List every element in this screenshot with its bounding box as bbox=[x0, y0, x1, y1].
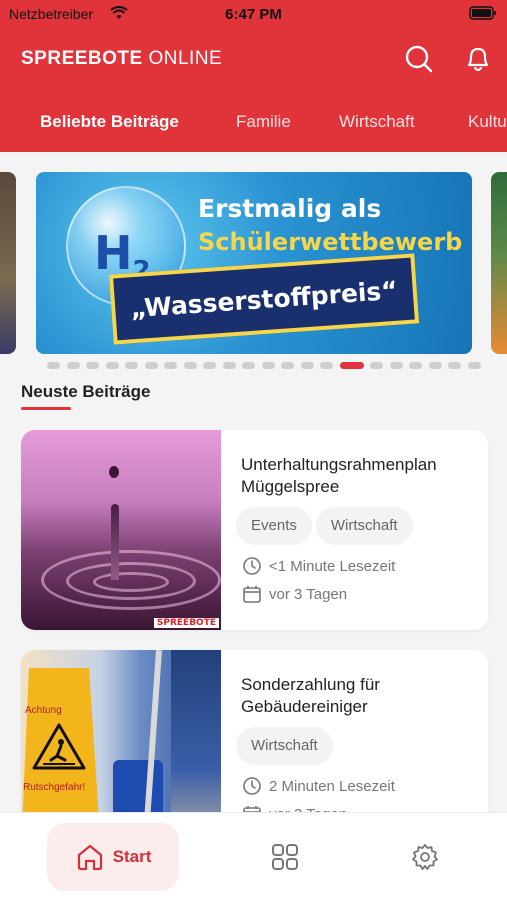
carousel-dot[interactable] bbox=[164, 362, 177, 369]
tab-wirtschaft[interactable]: Wirtschaft bbox=[339, 112, 415, 132]
search-button[interactable] bbox=[404, 44, 434, 74]
article-tags: Events Wirtschaft bbox=[236, 507, 417, 545]
brand-name-light: ONLINE bbox=[142, 48, 223, 69]
carousel-dot[interactable] bbox=[389, 362, 403, 369]
carousel-dot[interactable] bbox=[183, 362, 197, 369]
carousel-dot[interactable] bbox=[448, 362, 461, 369]
slide-headline-2: Schülerwettbewerb bbox=[198, 228, 463, 256]
brand-name-bold: SPREEBOTE bbox=[21, 48, 143, 69]
carousel-dot[interactable] bbox=[370, 362, 383, 369]
article-thumbnail: SPREEBOTE bbox=[21, 430, 221, 630]
cone-label-bottom: Rutschgefahr! bbox=[23, 782, 86, 793]
clock: 6:47 PM bbox=[225, 6, 282, 23]
brand-logo[interactable]: SPREEBOTE ONLINE bbox=[21, 48, 222, 70]
read-time-text: 2 Minuten Lesezeit bbox=[269, 777, 395, 795]
article-tags: Wirtschaft bbox=[236, 727, 337, 765]
section-title: Neuste Beiträge bbox=[21, 382, 151, 401]
carousel-dot[interactable] bbox=[281, 362, 294, 369]
search-icon bbox=[405, 45, 433, 73]
clock-icon bbox=[243, 777, 261, 795]
carousel-dot[interactable] bbox=[203, 362, 216, 369]
carousel-dot[interactable] bbox=[261, 362, 275, 369]
home-icon bbox=[77, 844, 102, 871]
carousel-pagination bbox=[0, 362, 507, 372]
cone-label-top: Achtung bbox=[25, 705, 62, 716]
carousel-dot[interactable] bbox=[467, 362, 481, 369]
article-title[interactable]: Unterhaltungsrahmenplan Müggelspree bbox=[241, 454, 488, 498]
status-bar: Netzbetreiber 6:47 PM bbox=[0, 0, 507, 28]
thumbnail-watermark: SPREEBOTE bbox=[153, 618, 219, 628]
tab-familie[interactable]: Familie bbox=[236, 112, 291, 132]
carousel-dot[interactable] bbox=[320, 362, 333, 369]
carousel-dot[interactable] bbox=[300, 362, 314, 369]
app-header: Netzbetreiber 6:47 PM SPREEBOTE ONLINE B… bbox=[0, 0, 507, 152]
bottom-navigation: Start bbox=[0, 812, 507, 900]
carousel-dot[interactable] bbox=[66, 362, 80, 369]
carousel-dot[interactable] bbox=[86, 362, 99, 369]
tag-chip[interactable]: Wirtschaft bbox=[315, 507, 413, 545]
tab-beliebte-beitraege[interactable]: Beliebte Beiträge bbox=[40, 112, 179, 132]
carousel-dot[interactable] bbox=[428, 362, 442, 369]
nav-start-button[interactable]: Start bbox=[47, 823, 179, 891]
notifications-button[interactable] bbox=[463, 44, 493, 74]
battery-icon bbox=[469, 6, 496, 20]
article-card[interactable]: SPREEBOTE Unterhaltungsrahmenplan Müggel… bbox=[21, 430, 488, 630]
slide-highlight-text: „Wasserstoffpreis“ bbox=[129, 275, 399, 323]
carousel-dot[interactable] bbox=[105, 362, 119, 369]
carousel-dot[interactable] bbox=[339, 362, 364, 369]
read-time: 2 Minuten Lesezeit bbox=[242, 776, 395, 796]
slippery-floor-warning-icon bbox=[32, 723, 86, 770]
section-title-underline bbox=[21, 407, 71, 410]
carousel-dot[interactable] bbox=[47, 362, 60, 369]
calendar-icon bbox=[243, 586, 261, 603]
carousel-dot[interactable] bbox=[409, 362, 422, 369]
carousel-slide-next[interactable] bbox=[491, 172, 507, 354]
slide-headline-1: Erstmalig als bbox=[198, 194, 382, 223]
read-time: <1 Minute Lesezeit bbox=[242, 556, 395, 576]
publish-date: vor 3 Tagen bbox=[242, 584, 347, 604]
settings-icon[interactable] bbox=[411, 843, 439, 871]
featured-carousel[interactable]: H2 Erstmalig als Schülerwettbewerb „Wass… bbox=[0, 170, 507, 356]
carousel-dot[interactable] bbox=[125, 362, 138, 369]
clock-icon bbox=[243, 557, 261, 575]
tag-chip[interactable]: Wirtschaft bbox=[236, 727, 333, 765]
grid-icon[interactable] bbox=[271, 843, 299, 871]
carousel-dot[interactable] bbox=[222, 362, 236, 369]
nav-start-label: Start bbox=[112, 847, 152, 866]
article-title[interactable]: Sonderzahlung für Gebäudereiniger bbox=[241, 674, 488, 718]
carousel-slide-previous[interactable] bbox=[0, 172, 16, 354]
carousel-dot[interactable] bbox=[242, 362, 255, 369]
category-tabs: Beliebte Beiträge Familie Wirtschaft Kul… bbox=[0, 104, 507, 144]
article-body: Unterhaltungsrahmenplan Müggelspree Even… bbox=[231, 430, 488, 630]
carousel-slide-current[interactable]: H2 Erstmalig als Schülerwettbewerb „Wass… bbox=[36, 172, 472, 354]
carousel-dot[interactable] bbox=[144, 362, 158, 369]
bell-icon bbox=[467, 47, 489, 72]
tab-kultur[interactable]: Kultu bbox=[468, 112, 507, 132]
publish-date-text: vor 3 Tagen bbox=[269, 585, 348, 603]
tag-chip[interactable]: Events bbox=[236, 507, 312, 545]
read-time-text: <1 Minute Lesezeit bbox=[269, 557, 396, 575]
